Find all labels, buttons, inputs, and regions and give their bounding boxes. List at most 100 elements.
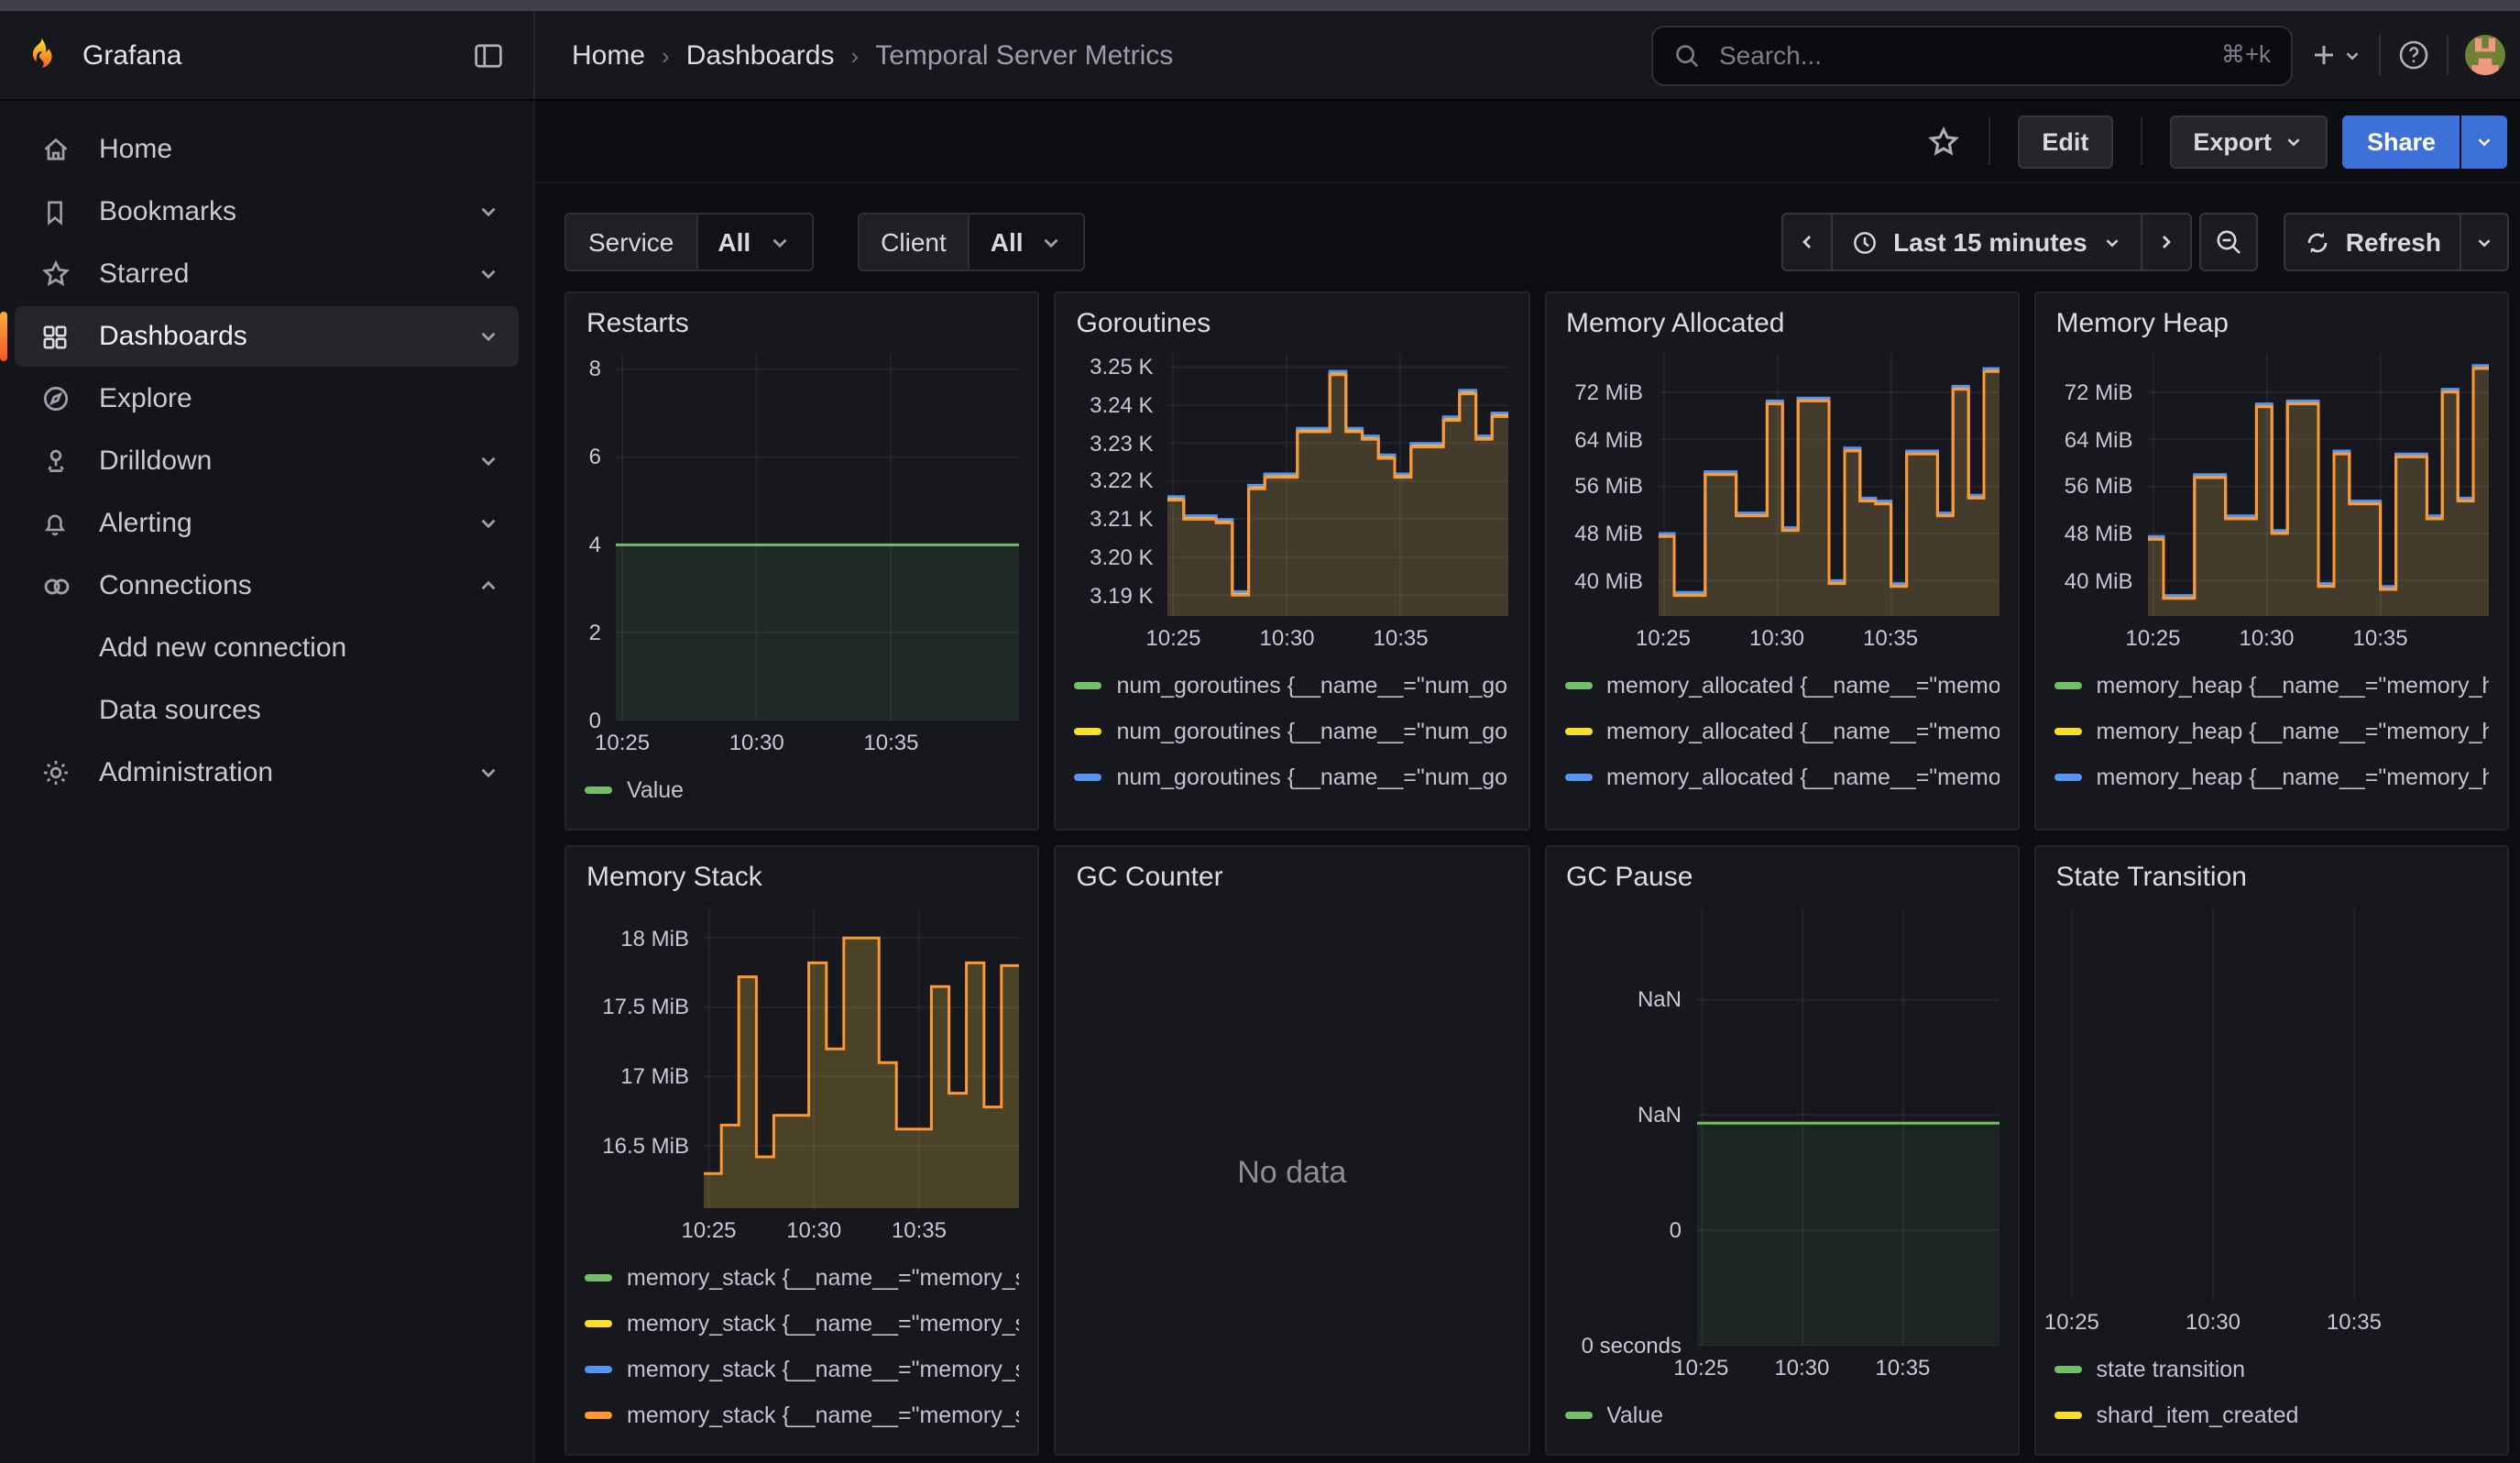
legend-series-label[interactable]: memory_allocated {__name__="memo xyxy=(1606,718,2000,743)
chart-plot-area[interactable] xyxy=(704,908,1020,1208)
chevron-down-icon[interactable] xyxy=(477,200,500,224)
legend-series-label[interactable]: num_goroutines {__name__="num_go xyxy=(1117,718,1508,743)
breadcrumb-item[interactable]: Dashboards xyxy=(686,39,835,71)
legend-item[interactable]: shard_item_created xyxy=(2054,1392,2490,1437)
sidebar-item-add-new-connection[interactable]: Add new connection xyxy=(15,618,519,678)
refresh-interval-button[interactable] xyxy=(2460,213,2509,271)
sidebar-item-connections[interactable]: Connections xyxy=(15,556,519,616)
panel-title[interactable]: Memory Stack xyxy=(586,862,1020,893)
panel-title[interactable]: Memory Heap xyxy=(2056,308,2490,339)
sidebar-item-data-sources[interactable]: Data sources xyxy=(15,680,519,741)
filter-value-dropdown[interactable]: All xyxy=(969,214,1084,270)
legend-item[interactable]: state transition xyxy=(2054,1346,2490,1392)
panel-title[interactable]: State Transition xyxy=(2056,862,2490,893)
grafana-logo-icon[interactable] xyxy=(22,36,60,74)
legend-item[interactable]: memory_stack {__name__="memory_s xyxy=(585,1254,1020,1300)
chart-canvas[interactable] xyxy=(1168,354,1509,616)
chart-plot-area[interactable] xyxy=(2065,908,2490,1300)
legend-series-label[interactable]: num_goroutines {__name__="num_go xyxy=(1117,764,1508,789)
legend-series-label[interactable]: Value xyxy=(627,776,684,802)
chevron-down-icon[interactable] xyxy=(477,262,500,286)
chart-canvas[interactable] xyxy=(1696,908,1999,1346)
export-button[interactable]: Export xyxy=(2169,115,2328,168)
filter-value-dropdown[interactable]: All xyxy=(696,214,811,270)
sidebar-item-starred[interactable]: Starred xyxy=(15,244,519,304)
chart-canvas[interactable] xyxy=(2065,908,2489,1300)
chevron-down-icon[interactable] xyxy=(477,449,500,473)
panel-title[interactable]: Goroutines xyxy=(1077,308,1510,339)
sidebar-item-bookmarks[interactable]: Bookmarks xyxy=(15,182,519,242)
chevron-down-icon[interactable] xyxy=(477,761,500,785)
legend-item[interactable]: memory_heap {__name__="memory_h xyxy=(2054,662,2490,708)
chart-plot-area[interactable] xyxy=(1168,354,1510,616)
search-input[interactable] xyxy=(1715,38,2207,72)
share-menu-button[interactable] xyxy=(2461,115,2507,168)
panel-title[interactable]: Memory Allocated xyxy=(1566,308,2000,339)
chart-plot-area[interactable] xyxy=(2148,354,2490,616)
legend-series-label[interactable]: memory_allocated {__name__="memo xyxy=(1606,809,2000,812)
legend-series-label[interactable]: memory_stack {__name__="memory_s xyxy=(627,1402,1020,1427)
panel-title[interactable]: Restarts xyxy=(586,308,1020,339)
chart-canvas[interactable] xyxy=(704,908,1019,1208)
legend-series-label[interactable]: memory_allocated {__name__="memo xyxy=(1606,672,2000,698)
share-button[interactable]: Share xyxy=(2343,115,2460,168)
legend-item[interactable]: memory_allocated {__name__="memo xyxy=(1564,754,2000,799)
panel-title[interactable]: GC Pause xyxy=(1566,862,2000,893)
panel-title[interactable]: GC Counter xyxy=(1077,862,1510,893)
legend-item[interactable]: memory_stack {__name__="memory_s xyxy=(585,1392,1020,1437)
legend-item[interactable]: Value xyxy=(1564,1392,2000,1437)
avatar[interactable] xyxy=(2465,35,2505,75)
sidebar-item-explore[interactable]: Explore xyxy=(15,368,519,429)
legend-item[interactable]: num_goroutines {__name__="num_go xyxy=(1075,799,1510,812)
help-icon[interactable] xyxy=(2397,38,2430,72)
chevron-down-icon[interactable] xyxy=(477,324,500,348)
zoom-out-button[interactable] xyxy=(2199,213,2258,271)
legend-series-label[interactable]: memory_allocated {__name__="memo xyxy=(1606,764,2000,789)
time-forward-button[interactable] xyxy=(2141,213,2192,271)
add-new-button[interactable] xyxy=(2309,40,2362,70)
sidebar-item-dashboards[interactable]: Dashboards xyxy=(15,306,519,367)
legend-item[interactable]: num_goroutines {__name__="num_go xyxy=(1075,708,1510,754)
legend-item[interactable]: memory_heap {__name__="memory_h xyxy=(2054,799,2490,812)
legend-series-label[interactable]: num_goroutines {__name__="num_go xyxy=(1117,672,1508,698)
legend-item[interactable]: memory_stack {__name__="memory_s xyxy=(585,1346,1020,1392)
chart-canvas[interactable] xyxy=(616,354,1019,720)
legend-item[interactable]: num_goroutines {__name__="num_go xyxy=(1075,662,1510,708)
legend-series-label[interactable]: Value xyxy=(1606,1402,1663,1427)
legend-item[interactable]: memory_stack {__name__="memory_s xyxy=(585,1300,1020,1346)
legend-series-label[interactable]: memory_heap {__name__="memory_h xyxy=(2097,672,2490,698)
legend-series-label[interactable]: state transition xyxy=(2097,1356,2246,1381)
legend-item[interactable]: memory_heap {__name__="memory_h xyxy=(2054,708,2490,754)
legend-series-label[interactable]: shard_item_created xyxy=(2097,1402,2299,1427)
legend-item[interactable]: memory_allocated {__name__="memo xyxy=(1564,708,2000,754)
legend-series-label[interactable]: memory_stack {__name__="memory_s xyxy=(627,1310,1020,1336)
search-box[interactable]: ⌘+k xyxy=(1651,25,2293,85)
legend-series-label[interactable]: memory_heap {__name__="memory_h xyxy=(2097,764,2490,789)
chart-plot-area[interactable] xyxy=(616,354,1020,720)
legend-item[interactable]: num_goroutines {__name__="num_go xyxy=(1075,754,1510,799)
time-range-picker[interactable]: Last 15 minutes xyxy=(1831,213,2142,271)
refresh-button[interactable]: Refresh xyxy=(2284,213,2461,271)
chart-canvas[interactable] xyxy=(2148,354,2489,616)
legend-item[interactable]: memory_heap {__name__="memory_h xyxy=(2054,754,2490,799)
edit-button[interactable]: Edit xyxy=(2018,115,2112,168)
legend-series-label[interactable]: memory_stack {__name__="memory_s xyxy=(627,1356,1020,1381)
mega-menu-toggle-icon[interactable] xyxy=(473,39,504,71)
legend-series-label[interactable]: memory_stack {__name__="memory_s xyxy=(627,1264,1020,1290)
sidebar-item-home[interactable]: Home xyxy=(15,119,519,180)
legend-item[interactable]: Value xyxy=(585,766,1020,812)
legend-item[interactable]: memory_allocated {__name__="memo xyxy=(1564,799,2000,812)
star-dashboard-icon[interactable] xyxy=(1926,124,1961,159)
sidebar-item-drilldown[interactable]: Drilldown xyxy=(15,431,519,491)
legend-series-label[interactable]: num_goroutines {__name__="num_go xyxy=(1117,809,1508,812)
chart-plot-area[interactable] xyxy=(1696,908,2000,1346)
time-back-button[interactable] xyxy=(1781,213,1833,271)
chevron-down-icon[interactable] xyxy=(477,512,500,535)
legend-series-label[interactable]: memory_heap {__name__="memory_h xyxy=(2097,718,2490,743)
sidebar-item-alerting[interactable]: Alerting xyxy=(15,493,519,554)
chart-plot-area[interactable] xyxy=(1658,354,2000,616)
sidebar-item-administration[interactable]: Administration xyxy=(15,742,519,803)
breadcrumb-item[interactable]: Home xyxy=(572,39,645,71)
chevron-up-icon[interactable] xyxy=(477,574,500,598)
legend-series-label[interactable]: memory_heap {__name__="memory_h xyxy=(2097,809,2490,812)
